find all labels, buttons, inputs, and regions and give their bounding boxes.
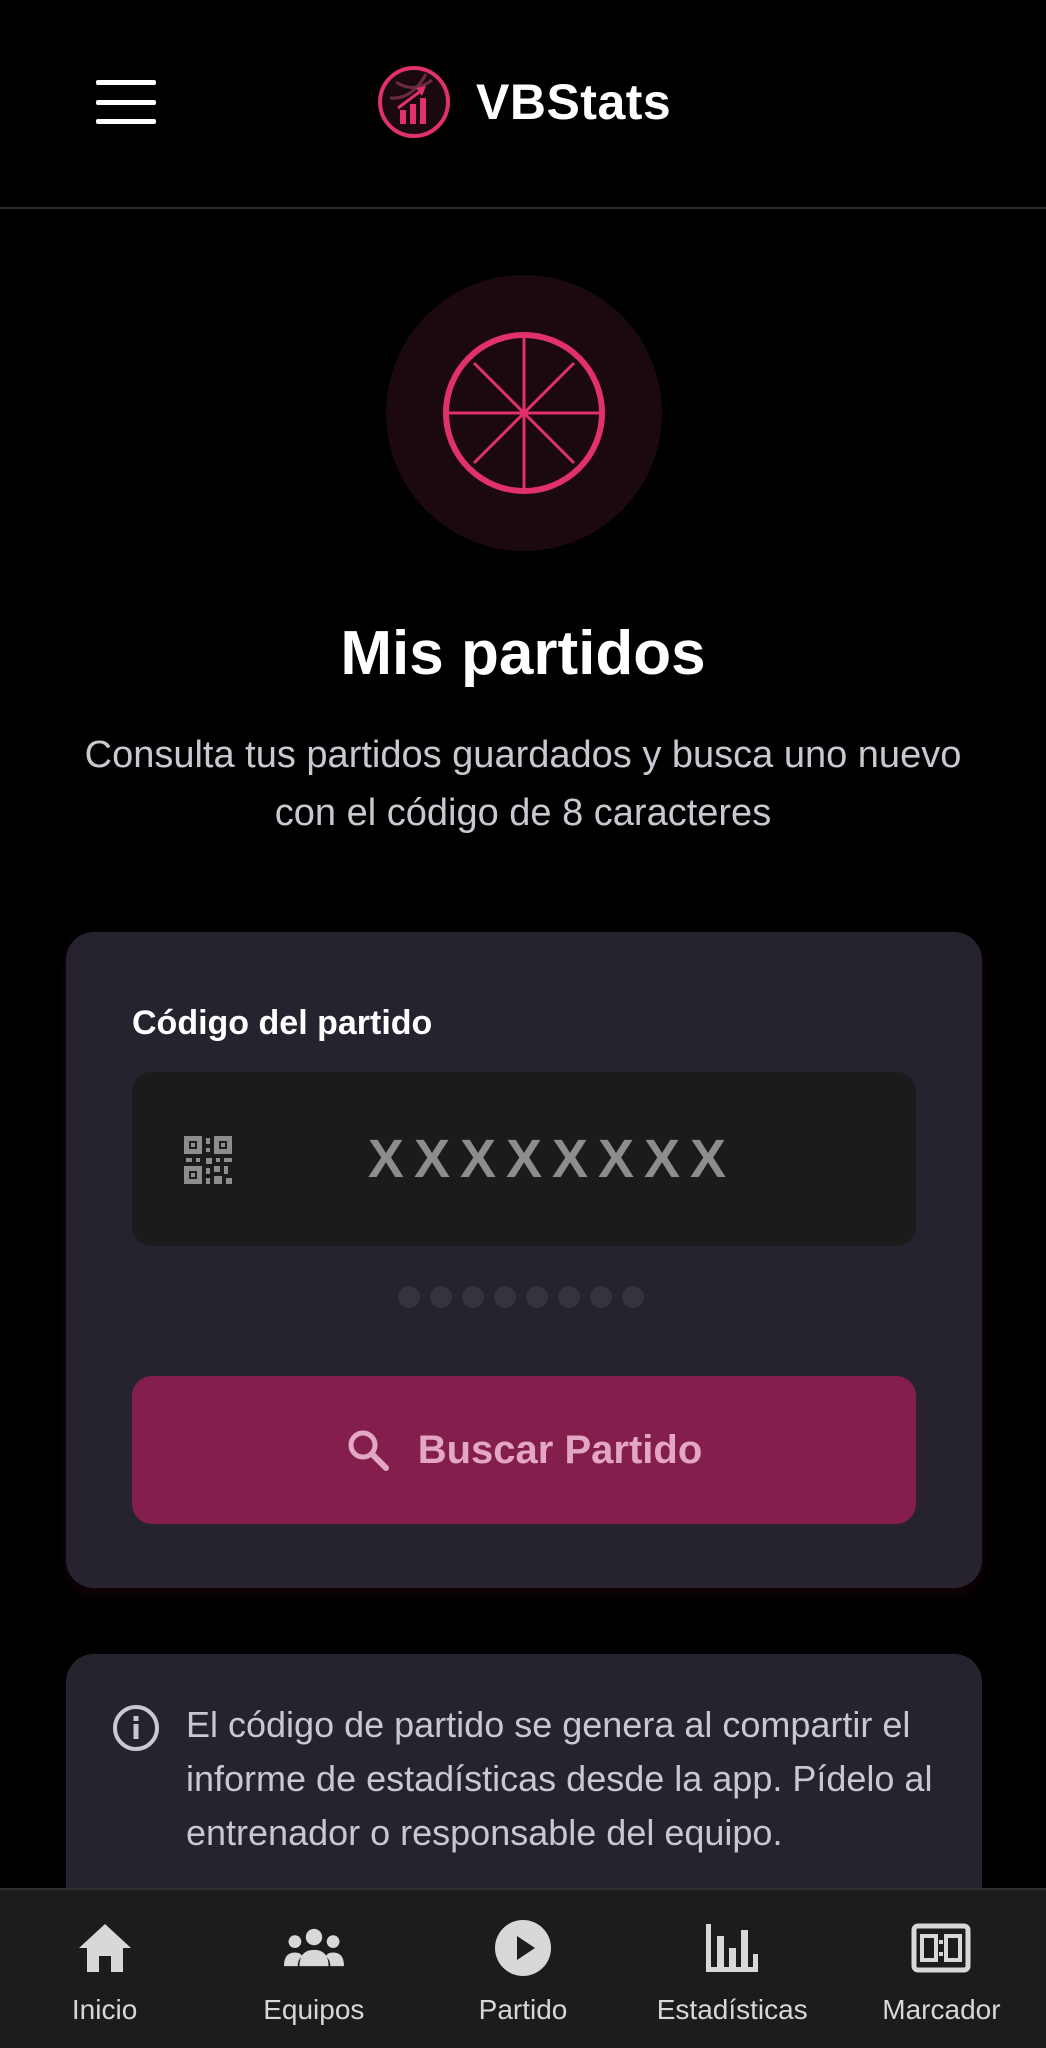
info-text: El código de partido se genera al compar… <box>186 1704 933 1853</box>
match-code-field[interactable] <box>132 1072 916 1246</box>
page-title: Mis partidos <box>340 619 706 688</box>
search-icon <box>348 1430 389 1471</box>
code-progress-dot <box>590 1286 612 1308</box>
code-progress-dot <box>462 1286 484 1308</box>
play-circle-icon <box>493 1918 553 1978</box>
page: VBStats Mis partidos Consulta tus partid… <box>0 0 1046 2048</box>
volleyball-chart-logo <box>378 66 450 138</box>
page-subtitle: Consulta tus partidos guardados y busca … <box>84 734 962 834</box>
match-code-input[interactable] <box>252 1072 852 1246</box>
code-progress-dots <box>398 1286 644 1308</box>
nav-label-inicio: Inicio <box>71 1994 138 2025</box>
app-name: VBStats <box>476 74 672 130</box>
nav-item-estadisticas[interactable]: Estadísticas <box>628 1890 837 2048</box>
nav-label-estadisticas: Estadísticas <box>656 1994 808 2025</box>
info-card: El código de partido se genera al compar… <box>66 1654 982 1914</box>
nav-item-inicio[interactable]: Inicio <box>0 1890 209 2048</box>
brand: VBStats <box>376 64 671 140</box>
code-progress-dot <box>558 1286 580 1308</box>
group-icon <box>283 1918 344 1978</box>
home-icon <box>75 1918 135 1978</box>
nav-label-partido: Partido <box>478 1994 568 2025</box>
bar-chart-icon <box>702 1918 762 1978</box>
search-match-button[interactable]: Buscar Partido <box>132 1376 916 1524</box>
info-icon <box>113 1705 159 1751</box>
scoreboard-icon <box>911 1918 971 1978</box>
hero-icon-container <box>386 275 662 551</box>
match-search-card: Código del partido XXXXXXXX Buscar Parti… <box>66 932 982 1588</box>
code-progress-dot <box>430 1286 452 1308</box>
nav-item-marcador[interactable]: Marcador <box>837 1890 1046 2048</box>
search-match-button-label: Buscar Partido <box>417 1427 703 1472</box>
hamburger-menu-icon[interactable] <box>96 80 156 124</box>
nav-item-partido[interactable]: Partido <box>418 1890 627 2048</box>
code-progress-dot <box>526 1286 548 1308</box>
code-progress-dot <box>398 1286 420 1308</box>
qr-code-icon[interactable] <box>182 1134 234 1186</box>
match-code-label: Código del partido <box>132 1004 433 1042</box>
nav-label-marcador: Marcador <box>882 1994 1001 2025</box>
code-progress-dot <box>494 1286 516 1308</box>
nav-label-equipos: Equipos <box>263 1994 365 2025</box>
volleyball-icon <box>443 332 605 494</box>
bottom-navigation: Inicio Equipos Partido Estadísticas Marc… <box>0 1888 1046 2048</box>
code-progress-dot <box>622 1286 644 1308</box>
app-header: VBStats <box>0 0 1046 209</box>
nav-item-equipos[interactable]: Equipos <box>209 1890 418 2048</box>
